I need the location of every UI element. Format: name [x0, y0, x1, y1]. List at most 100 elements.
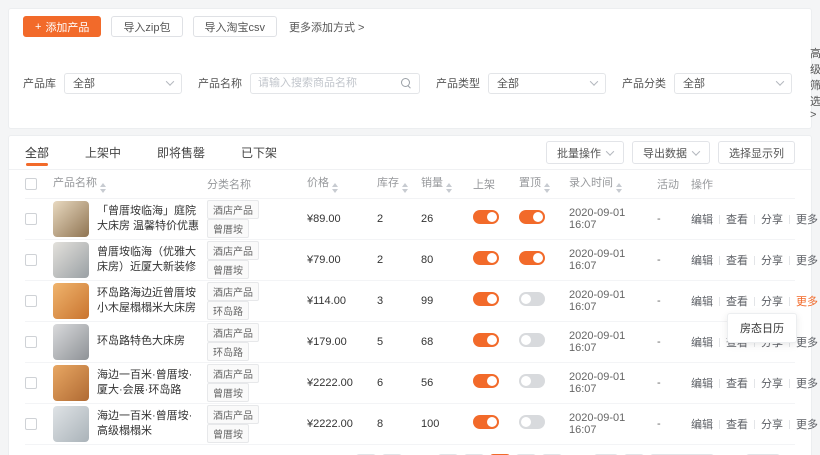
row-checkbox[interactable] [25, 418, 37, 430]
on-shelf-toggle[interactable] [473, 251, 499, 265]
add-product-label: 添加产品 [45, 19, 89, 35]
on-shelf-toggle[interactable] [473, 415, 499, 429]
divider [789, 297, 790, 306]
on-shelf-toggle[interactable] [473, 292, 499, 306]
action-view[interactable]: 查看 [726, 214, 748, 226]
action-more[interactable]: 更多 [796, 214, 818, 226]
price-value: ¥89.00 [307, 198, 377, 239]
table-row: 环岛路海边近曾厝垵小木屋榻榻米大床房 酒店产品环岛路 ¥114.00 3 99 … [25, 280, 795, 321]
action-edit[interactable]: 编辑 [691, 255, 713, 267]
chevron-down-icon [692, 147, 700, 155]
action-edit[interactable]: 编辑 [691, 214, 713, 226]
action-view[interactable]: 查看 [726, 255, 748, 267]
on-shelf-toggle[interactable] [473, 374, 499, 388]
add-product-button[interactable]: + 添加产品 [23, 16, 101, 37]
column-header[interactable]: 置顶 [519, 170, 569, 198]
product-name[interactable]: 曾厝垵临海（优雅大床房）近厦大新装修 [97, 245, 203, 275]
action-more[interactable]: 更多 [796, 378, 818, 390]
batch-actions-button[interactable]: 批量操作 [546, 141, 624, 164]
action-view[interactable]: 查看 [726, 378, 748, 390]
divider [789, 215, 790, 224]
action-share[interactable]: 分享 [761, 296, 783, 308]
product-name[interactable]: 环岛路特色大床房 [97, 334, 185, 349]
choose-columns-button[interactable]: 选择显示列 [718, 141, 795, 164]
pinned-toggle[interactable] [519, 251, 545, 265]
column-header[interactable]: 销量 [421, 170, 473, 198]
divider [719, 215, 720, 224]
on-shelf-toggle[interactable] [473, 210, 499, 224]
action-share[interactable]: 分享 [761, 419, 783, 431]
more-add-methods-link[interactable]: 更多添加方式 > [289, 19, 364, 35]
action-share[interactable]: 分享 [761, 255, 783, 267]
action-more[interactable]: 更多 [796, 419, 818, 431]
action-edit[interactable]: 编辑 [691, 337, 713, 349]
column-header: 活动 [657, 170, 691, 198]
column-header[interactable]: 价格 [307, 170, 377, 198]
select-all-checkbox[interactable] [25, 178, 37, 190]
tab-上架中[interactable]: 上架中 [85, 136, 121, 169]
action-share[interactable]: 分享 [761, 214, 783, 226]
tabs-row: 全部 上架中 即将售罄 已下架 批量操作 导出数据 选择显示列 [9, 136, 811, 170]
divider [789, 256, 790, 265]
advanced-filter-link[interactable]: 高级筛选 > [810, 45, 820, 121]
product-name[interactable]: 海边一百米·曾厝垵·高级榻榻米 [97, 409, 203, 439]
sort-icon [446, 183, 452, 193]
pinned-toggle[interactable] [519, 415, 545, 429]
divider [789, 379, 790, 388]
product-thumbnail [53, 324, 89, 360]
action-view[interactable]: 查看 [726, 419, 748, 431]
on-shelf-toggle[interactable] [473, 333, 499, 347]
row-checkbox[interactable] [25, 254, 37, 266]
export-data-button[interactable]: 导出数据 [632, 141, 710, 164]
action-view[interactable]: 查看 [726, 296, 748, 308]
product-library-select[interactable]: 全部 [64, 73, 182, 94]
action-edit[interactable]: 编辑 [691, 419, 713, 431]
action-edit[interactable]: 编辑 [691, 296, 713, 308]
pinned-toggle[interactable] [519, 374, 545, 388]
action-more[interactable]: 更多 [796, 337, 818, 349]
row-checkbox[interactable] [25, 377, 37, 389]
category-tags: 酒店产品环岛路 [207, 280, 307, 321]
import-taobao-csv-button[interactable]: 导入淘宝csv [193, 16, 278, 37]
tab-即将售罄[interactable]: 即将售罄 [157, 136, 205, 169]
table-header-row: 产品名称 分类名称 价格 库存 销量 上架 置顶 录入时间 活动 操作 [25, 170, 795, 198]
search-icon[interactable] [401, 78, 412, 89]
pinned-toggle[interactable] [519, 210, 545, 224]
category-tags: 酒店产品曾厝垵 [207, 239, 307, 280]
row-checkbox[interactable] [25, 295, 37, 307]
sort-icon [402, 183, 408, 193]
pinned-toggle[interactable] [519, 292, 545, 306]
entry-time: 2020-09-01 16:07 [569, 403, 657, 444]
category-tag: 酒店产品 [207, 364, 259, 383]
product-name[interactable]: 环岛路海边近曾厝垵小木屋榻榻米大床房 [97, 286, 203, 316]
sales-value: 56 [421, 362, 473, 403]
product-type-select[interactable]: 全部 [488, 73, 606, 94]
tab-已下架[interactable]: 已下架 [241, 136, 277, 169]
row-checkbox[interactable] [25, 336, 37, 348]
action-more[interactable]: 更多 [796, 255, 818, 267]
pinned-toggle[interactable] [519, 333, 545, 347]
column-header[interactable]: 录入时间 [569, 170, 657, 198]
action-more[interactable]: 更多 [796, 296, 818, 308]
product-name[interactable]: 海边一百米·曾厝垵·厦大·会展·环岛路 [97, 368, 203, 398]
action-edit[interactable]: 编辑 [691, 378, 713, 390]
column-header[interactable]: 库存 [377, 170, 421, 198]
product-category-select[interactable]: 全部 [674, 73, 792, 94]
product-thumbnail [53, 242, 89, 278]
more-dropdown-item[interactable]: 房态日历 [727, 313, 797, 343]
price-value: ¥2222.00 [307, 362, 377, 403]
tab-全部[interactable]: 全部 [25, 136, 49, 169]
stock-value: 6 [377, 362, 421, 403]
import-zip-button[interactable]: 导入zip包 [111, 16, 182, 37]
product-name[interactable]: 「曾厝垵临海」庭院大床房 温馨特价优惠 [97, 204, 203, 234]
action-share[interactable]: 分享 [761, 378, 783, 390]
column-header[interactable]: 产品名称 [53, 170, 207, 198]
divider [719, 379, 720, 388]
row-checkbox[interactable] [25, 213, 37, 225]
category-tag: 酒店产品 [207, 282, 259, 301]
sales-value: 26 [421, 198, 473, 239]
price-value: ¥179.00 [307, 321, 377, 362]
stock-value: 2 [377, 198, 421, 239]
search-input[interactable] [258, 77, 401, 89]
toolbar-card: + 添加产品 导入zip包 导入淘宝csv 更多添加方式 > 产品库 全部 产品… [8, 8, 812, 129]
